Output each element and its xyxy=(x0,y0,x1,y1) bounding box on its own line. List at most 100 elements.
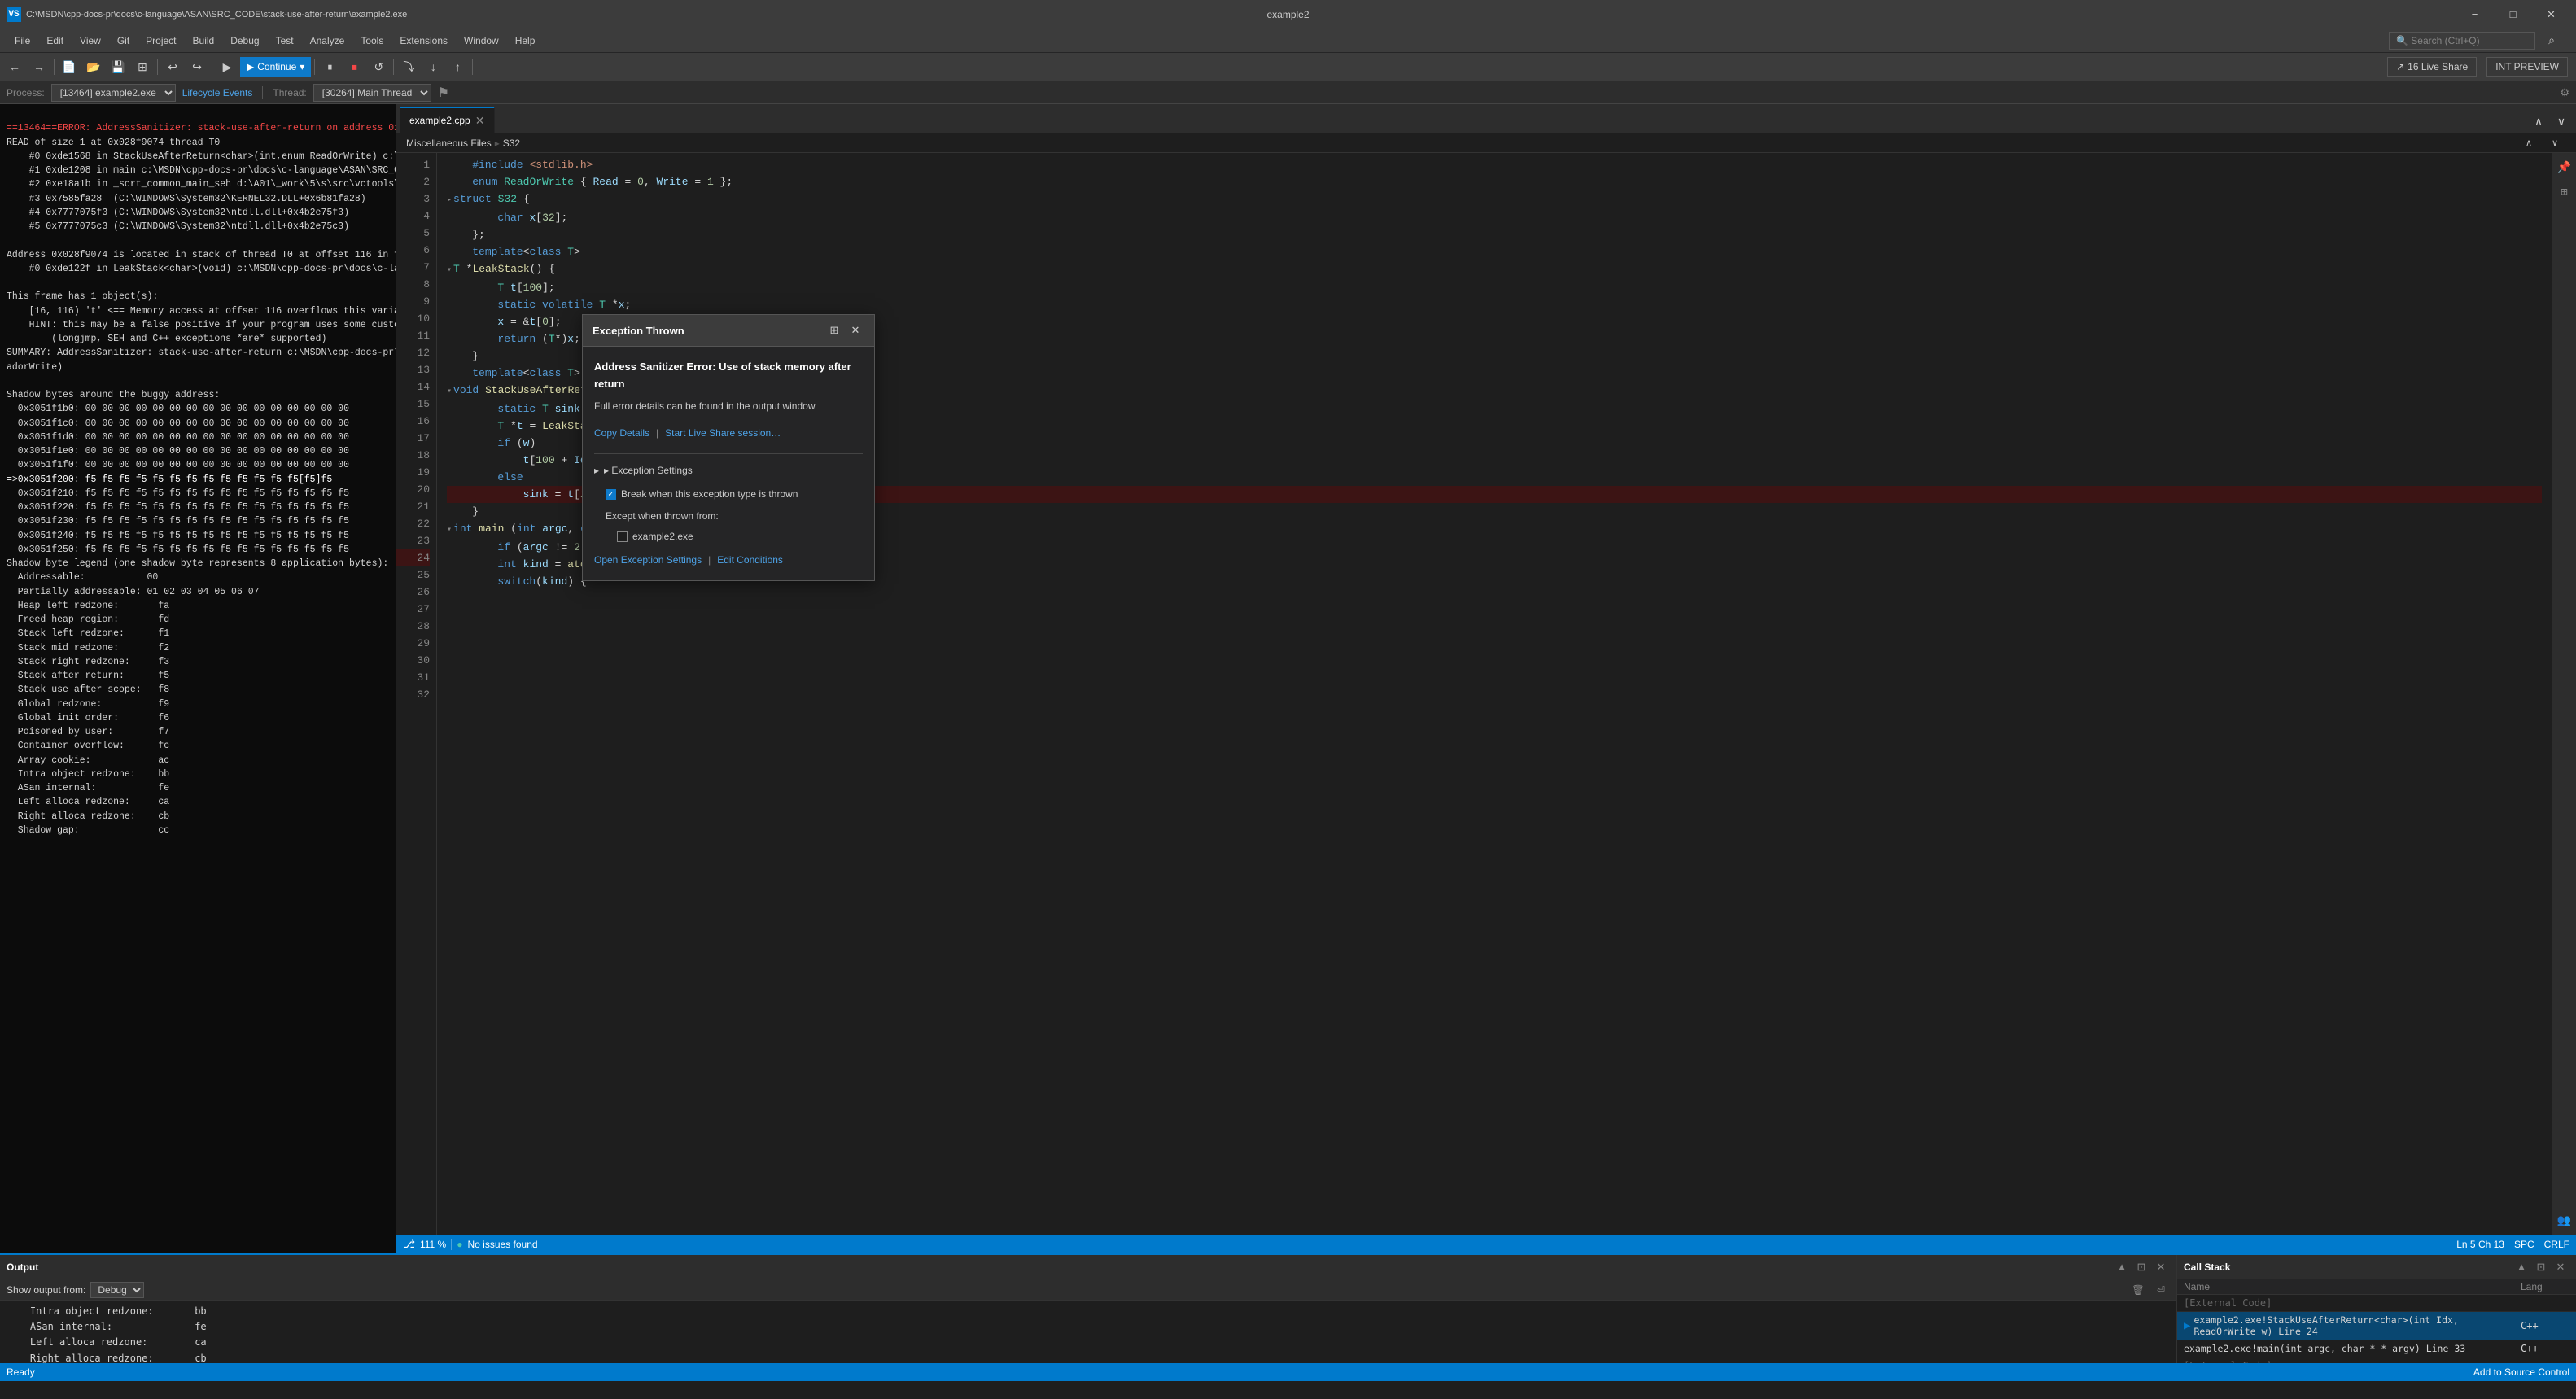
toolbar-sep-2 xyxy=(157,59,158,75)
exception-close-button[interactable]: ✕ xyxy=(846,321,864,339)
menu-project[interactable]: Project xyxy=(138,32,184,50)
output-float-button[interactable]: ⊡ xyxy=(2132,1258,2150,1276)
debug-console-panel: ==13464==ERROR: AddressSanitizer: stack-… xyxy=(0,104,396,1253)
call-stack-row-stack-use[interactable]: ▶ example2.exe!StackUseAfterReturn<char>… xyxy=(2177,1312,2576,1340)
step-over-button[interactable]: ⤵ xyxy=(397,55,420,78)
thread-dropdown[interactable]: [30264] Main Thread xyxy=(313,84,431,102)
undo-button[interactable]: ↩ xyxy=(161,55,184,78)
source-control-icon[interactable]: ⎇ xyxy=(403,1238,415,1251)
call-stack-float-button[interactable]: ⊡ xyxy=(2532,1258,2550,1276)
ln-col-indicator[interactable]: Ln 5 Ch 13 xyxy=(2456,1239,2504,1250)
live-share-button[interactable]: ↗ 16 Live Share xyxy=(2387,57,2477,77)
continue-button[interactable]: ▶ Continue ▾ xyxy=(240,57,311,77)
menu-view[interactable]: View xyxy=(72,32,109,50)
menu-extensions[interactable]: Extensions xyxy=(391,32,456,50)
call-stack-row-main[interactable]: example2.exe!main(int argc, char * * arg… xyxy=(2177,1340,2576,1357)
except-thrown-from-label: Except when thrown from: xyxy=(606,508,863,525)
save-button[interactable]: 💾 xyxy=(107,55,129,78)
lifecycle-events-link[interactable]: Lifecycle Events xyxy=(182,87,253,98)
output-source-dropdown[interactable]: Debug xyxy=(90,1282,144,1298)
status-right: Add to Source Control xyxy=(2473,1366,2569,1378)
save-all-button[interactable]: ⊞ xyxy=(131,55,154,78)
output-close-button[interactable]: ✕ xyxy=(2152,1258,2170,1276)
step-out-button[interactable]: ↑ xyxy=(446,55,469,78)
code-editor[interactable]: 1 2 3 4 5 6 7 8 9 10 11 12 13 14 15 16 1… xyxy=(396,153,2576,1235)
tab-example2-cpp[interactable]: example2.cpp ✕ xyxy=(400,107,495,133)
start-live-share-link[interactable]: Start Live Share session… xyxy=(665,425,781,442)
menu-analyze[interactable]: Analyze xyxy=(302,32,353,50)
output-tab[interactable]: Output xyxy=(7,1261,38,1273)
call-stack-close-button[interactable]: ✕ xyxy=(2552,1258,2569,1276)
run-config-btn[interactable]: ▶ xyxy=(216,55,238,78)
menu-debug[interactable]: Debug xyxy=(222,32,267,50)
output-clear-button[interactable]: 🗑 xyxy=(2129,1281,2147,1299)
search-bar[interactable]: 🔍 Search (Ctrl+Q) xyxy=(2389,32,2535,50)
back-button[interactable]: ← xyxy=(3,55,26,78)
breadcrumb-down-icon[interactable]: ∨ xyxy=(2543,132,2566,155)
show-output-from-label: Show output from: xyxy=(7,1284,85,1296)
close-button[interactable]: ✕ xyxy=(2533,0,2569,28)
call-stack-maximize-button[interactable]: ▲ xyxy=(2513,1258,2530,1276)
redo-button[interactable]: ↪ xyxy=(186,55,208,78)
forward-button[interactable]: → xyxy=(28,55,50,78)
stop-button[interactable]: ⏹ xyxy=(343,55,365,78)
step-into-button[interactable]: ↓ xyxy=(422,55,444,78)
call-stack-columns: Name Lang xyxy=(2177,1279,2576,1295)
output-maximize-button[interactable]: ▲ xyxy=(2113,1258,2131,1276)
process-dropdown[interactable]: [13464] example2.exe xyxy=(51,84,176,102)
except-from-checkbox[interactable] xyxy=(617,531,628,542)
tab-close-icon[interactable]: ✕ xyxy=(475,114,485,128)
int-preview-label: INT PREVIEW xyxy=(2495,61,2559,72)
scroll-up-icon[interactable]: ∧ xyxy=(2527,110,2550,133)
live-share-icon: ↗ xyxy=(2396,61,2404,72)
menu-build[interactable]: Build xyxy=(185,32,223,50)
team-explorer-icon[interactable]: 👥 xyxy=(2553,1209,2576,1232)
menu-help[interactable]: Help xyxy=(507,32,544,50)
settings-gear-icon[interactable]: ⚙ xyxy=(2560,86,2569,99)
ready-label: Ready xyxy=(7,1366,35,1378)
menu-window[interactable]: Window xyxy=(456,32,507,50)
thread-flag-icon[interactable]: ⚑ xyxy=(438,85,449,101)
search-button[interactable]: ⌕ xyxy=(2540,29,2563,52)
int-preview-button[interactable]: INT PREVIEW xyxy=(2486,57,2568,77)
crlf-indicator[interactable]: CRLF xyxy=(2544,1239,2569,1250)
debug-output-content[interactable]: ==13464==ERROR: AddressSanitizer: stack-… xyxy=(0,104,396,1253)
call-stack-row-external-2[interactable]: [External Code] xyxy=(2177,1357,2576,1363)
menu-tools[interactable]: Tools xyxy=(352,32,391,50)
process-sep xyxy=(262,86,263,99)
code-line-11: T t[100]; xyxy=(447,279,2542,296)
menu-edit[interactable]: Edit xyxy=(38,32,72,50)
restart-button[interactable]: ↺ xyxy=(367,55,390,78)
line-numbers: 1 2 3 4 5 6 7 8 9 10 11 12 13 14 15 16 1… xyxy=(396,153,437,1235)
edit-conditions-link[interactable]: Edit Conditions xyxy=(717,552,783,569)
call-stack-tab[interactable]: Call Stack xyxy=(2184,1261,2230,1273)
maximize-button[interactable]: □ xyxy=(2495,0,2531,28)
breadcrumb-misc-files[interactable]: Miscellaneous Files xyxy=(406,138,492,149)
output-content[interactable]: Intra object redzone: bb ASan internal: … xyxy=(0,1301,2176,1363)
scroll-down-icon[interactable]: ∨ xyxy=(2550,110,2573,133)
menu-git[interactable]: Git xyxy=(109,32,138,50)
breadcrumb-s32[interactable]: S32 xyxy=(503,138,520,149)
output-panel: Output ▲ ⊡ ✕ Show output from: Debug 🗑 ⏎… xyxy=(0,1255,2177,1363)
output-line-3: Left alloca redzone: ca xyxy=(7,1335,2170,1350)
copy-details-link[interactable]: Copy Details xyxy=(594,425,649,442)
breadcrumb-up-icon[interactable]: ∧ xyxy=(2517,132,2540,155)
spc-indicator[interactable]: SPC xyxy=(2514,1239,2534,1250)
minimize-button[interactable]: − xyxy=(2456,0,2493,28)
output-wrap-button[interactable]: ⏎ xyxy=(2152,1281,2170,1299)
call-stack-row-external-1[interactable]: [External Code] xyxy=(2177,1295,2576,1312)
call-stack-lang-2: C++ xyxy=(2521,1320,2569,1331)
new-file-button[interactable]: 📄 xyxy=(58,55,81,78)
add-source-control-button[interactable]: Add to Source Control xyxy=(2473,1366,2569,1378)
open-button[interactable]: 📂 xyxy=(82,55,105,78)
exception-settings-toggle[interactable]: ▸ ▸ Exception Settings xyxy=(594,462,863,479)
solution-explorer-icon[interactable]: ⊞ xyxy=(2553,181,2576,203)
exception-pin-button[interactable]: ⊞ xyxy=(825,321,843,339)
code-content[interactable]: #include <stdlib.h> enum ReadOrWrite { R… xyxy=(437,153,2552,1235)
break-exception-checkbox[interactable] xyxy=(606,489,616,500)
pause-button[interactable]: ⏸ xyxy=(318,55,341,78)
pin-icon[interactable]: 📌 xyxy=(2553,156,2576,179)
menu-file[interactable]: File xyxy=(7,32,38,50)
open-exception-settings-link[interactable]: Open Exception Settings xyxy=(594,552,702,569)
menu-test[interactable]: Test xyxy=(268,32,302,50)
